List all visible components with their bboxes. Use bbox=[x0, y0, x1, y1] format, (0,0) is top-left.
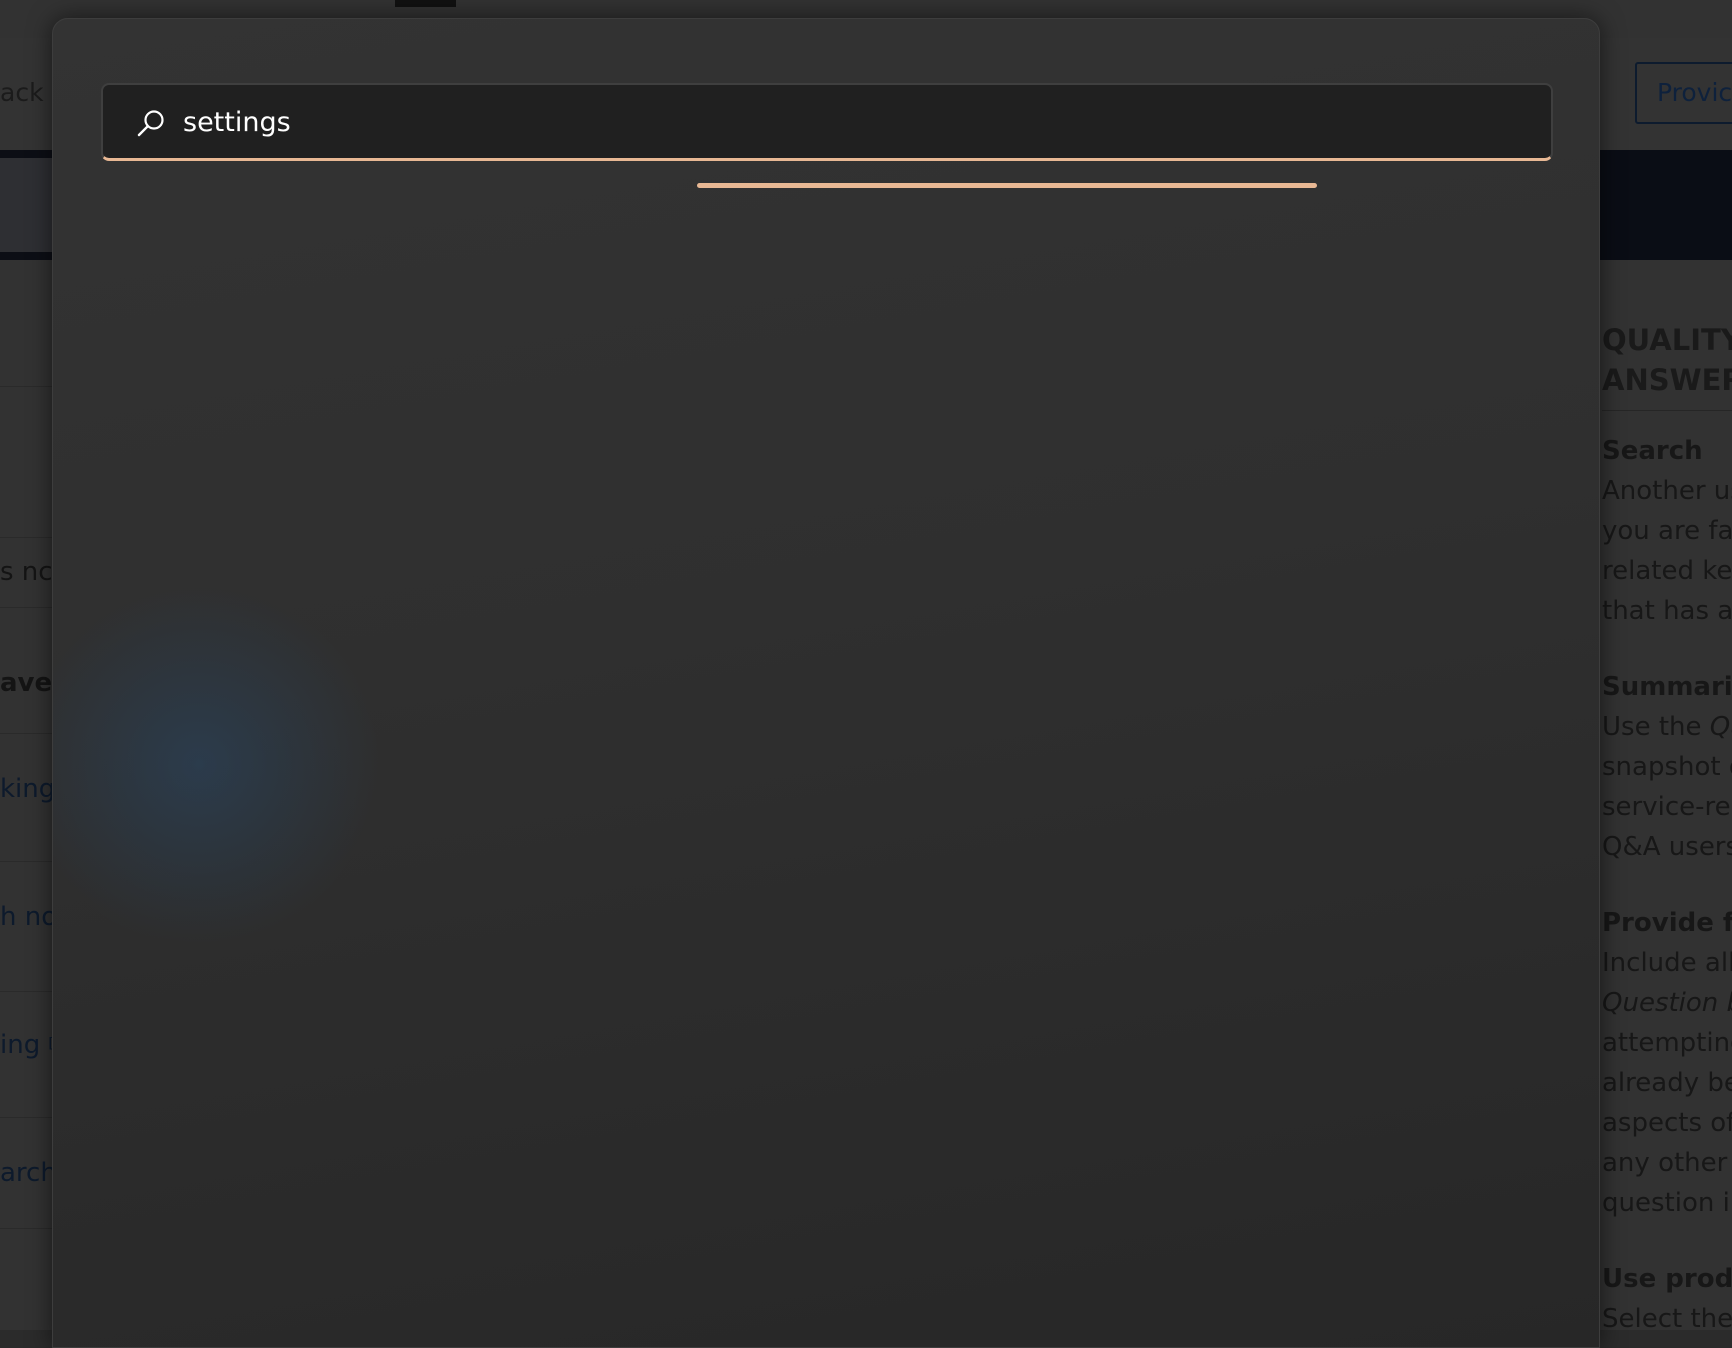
paragraph-line: attempting bbox=[1602, 1028, 1732, 1058]
search-icon bbox=[137, 110, 164, 137]
divider bbox=[0, 991, 52, 992]
divider bbox=[1602, 410, 1732, 411]
loading-progress-indicator bbox=[697, 183, 1317, 188]
divider bbox=[0, 1228, 52, 1229]
left-link[interactable]: arch bbox=[0, 1158, 57, 1188]
section-title: Summarize bbox=[1602, 672, 1732, 702]
section-title: Use produ bbox=[1602, 1264, 1732, 1294]
paragraph-italic: Qu bbox=[1709, 712, 1732, 742]
paragraph-text: Use the bbox=[1602, 712, 1710, 742]
search-input[interactable] bbox=[183, 95, 1523, 149]
divider bbox=[0, 733, 52, 734]
paragraph-line: Question b bbox=[1602, 983, 1732, 1023]
paragraph-italic: Question b bbox=[1602, 988, 1732, 1018]
section-title: Provide fu bbox=[1602, 908, 1732, 938]
provide-feedback-button[interactable]: Provic bbox=[1635, 62, 1732, 124]
left-fragment: ave bbox=[0, 668, 53, 698]
paragraph-line: snapshot o bbox=[1602, 752, 1732, 782]
section-title: Search bbox=[1602, 436, 1703, 466]
search-box[interactable] bbox=[101, 83, 1553, 161]
paragraph-line: Q&A users bbox=[1602, 832, 1732, 862]
paragraph-line: Use the Qu bbox=[1602, 707, 1732, 747]
paragraph-line: Include all bbox=[1602, 948, 1732, 978]
left-link[interactable]: king bbox=[0, 774, 55, 804]
divider bbox=[0, 1117, 52, 1118]
paragraph-line: you are fac bbox=[1602, 516, 1732, 546]
active-tab-indicator bbox=[395, 0, 456, 7]
paragraph-line: related key bbox=[1602, 556, 1732, 586]
guidelines-heading-line: ANSWER bbox=[1602, 363, 1732, 397]
left-fragment: s nc bbox=[0, 557, 53, 587]
paragraph-line: that has alr bbox=[1602, 596, 1732, 626]
left-link[interactable]: h no bbox=[0, 902, 57, 932]
paragraph-line: any other p bbox=[1602, 1148, 1732, 1178]
search-flyout bbox=[52, 18, 1600, 1348]
paragraph-line: question in bbox=[1602, 1188, 1732, 1218]
divider bbox=[0, 861, 52, 862]
divider bbox=[0, 537, 52, 538]
divider bbox=[0, 607, 52, 608]
paragraph-line: aspects of bbox=[1602, 1108, 1732, 1138]
paragraph-line: already bee bbox=[1602, 1068, 1732, 1098]
paragraph-line: service-rela bbox=[1602, 792, 1732, 822]
back-link[interactable]: ack bbox=[0, 78, 44, 107]
banner-right-block bbox=[1600, 150, 1732, 260]
divider bbox=[0, 386, 52, 387]
guidelines-heading-line: QUALITY bbox=[1602, 323, 1732, 357]
guidelines-panel: QUALITY ANSWER Search Another us you are… bbox=[1602, 320, 1732, 1339]
paragraph-line: Another us bbox=[1602, 476, 1732, 506]
paragraph-line: Select the bbox=[1602, 1304, 1732, 1334]
